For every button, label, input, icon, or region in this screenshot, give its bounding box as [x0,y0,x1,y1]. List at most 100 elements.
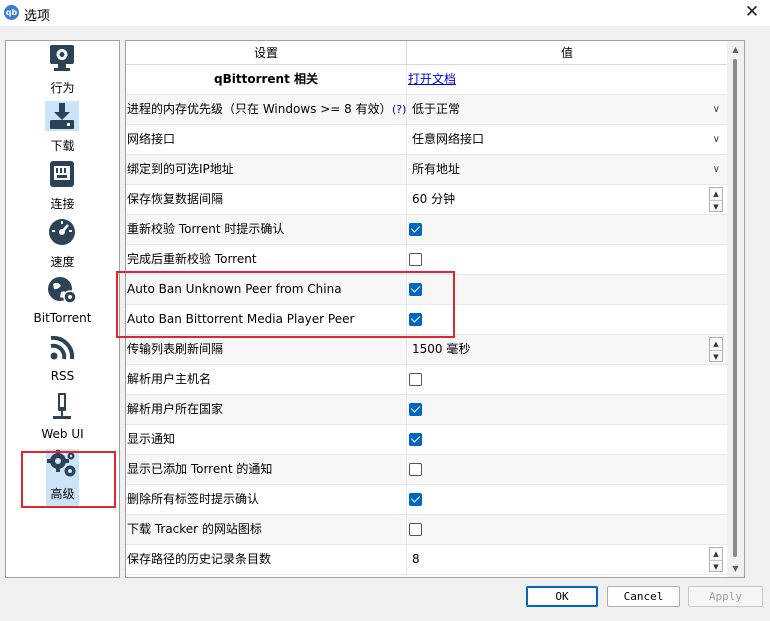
sidebar-item-label: 下载 [50,139,75,153]
vertical-scrollbar[interactable]: ▲ ▼ [727,41,744,577]
value-cell: 8 ▲ ▼ [408,545,727,575]
setting-label: 解析用户所在国家 [126,395,407,425]
spin-buttons[interactable]: ▲ ▼ [709,337,723,362]
spin-buttons[interactable]: ▲ ▼ [709,187,723,212]
column-header-setting[interactable]: 设置 [126,41,407,65]
table-row: 保存路径的历史记录条目数 8 ▲ ▼ [126,545,727,575]
resolve-country-checkbox[interactable] [409,403,422,416]
recheck-confirm-checkbox[interactable] [409,223,422,236]
sidebar-item-bittorrent[interactable]: BitTorrent [6,273,119,331]
setting-label: 删除所有标签时提示确认 [126,485,407,515]
spin-down-icon[interactable]: ▼ [710,350,722,362]
setting-label: 下载 Tracker 的网站图标 [126,515,407,545]
value-cell: 1500 毫秒 ▲ ▼ [408,335,727,365]
section-title: qBittorrent 相关 [126,65,407,95]
network-port-icon [50,161,74,187]
scroll-up-icon[interactable]: ▲ [727,41,744,58]
chevron-down-icon: ∨ [712,104,720,115]
table-row: 显示已添加 Torrent 的通知 [126,455,727,485]
value-cell: 60 分钟 ▲ ▼ [408,185,727,215]
setting-label: 进程的内存优先级（只在 Windows >= 8 有效） [126,95,407,125]
chevron-down-icon: ∨ [712,164,720,175]
spin-up-icon[interactable]: ▲ [710,338,722,350]
refresh-interval-spinbox[interactable]: 1500 毫秒 ▲ ▼ [408,335,727,364]
table-row: 进程的内存优先级（只在 Windows >= 8 有效） (?) 低于正常 ∨ [126,95,727,125]
sidebar-item-label: Web UI [41,427,84,441]
sidebar-item-connection[interactable]: 连接 [6,157,119,215]
setting-label: 解析用户主机名 [126,365,407,395]
value-cell [408,245,727,275]
table-row: 删除所有标签时提示确认 [126,485,727,515]
value-cell [408,365,727,395]
qbittorrent-app-icon: qb [4,5,19,20]
resume-interval-spinbox[interactable]: 60 分钟 ▲ ▼ [408,185,727,214]
spin-up-icon[interactable]: ▲ [710,188,722,200]
sidebar-item-behavior[interactable]: 行为 [6,41,119,99]
ok-button[interactable]: OK [526,586,598,607]
bind-ip-combo[interactable]: 所有地址 ∨ [408,155,727,184]
value-cell [408,305,727,335]
table-row: 重新校验 Torrent 时提示确认 [126,215,727,245]
open-docs-link[interactable]: 打开文档 [408,65,456,94]
sidebar-item-label: 行为 [50,81,75,95]
torrent-added-notification-checkbox[interactable] [409,463,422,476]
download-icon [50,103,74,129]
resolve-hostname-checkbox[interactable] [409,373,422,386]
table-row: 传输列表刷新间隔 1500 毫秒 ▲ ▼ [126,335,727,365]
sidebar-item-downloads[interactable]: 下载 [6,99,119,157]
save-path-history-spinbox[interactable]: 8 ▲ ▼ [408,545,727,574]
speedometer-icon [49,219,75,245]
network-interface-combo[interactable]: 任意网络接口 ∨ [408,125,727,154]
memory-priority-combo[interactable]: 低于正常 ∨ [408,95,727,124]
table-row: 网络接口 任意网络接口 ∨ [126,125,727,155]
value-cell: 打开文档 [408,65,727,95]
close-button[interactable]: ✕ [742,2,762,22]
value-cell: 低于正常 ∨ [408,95,727,125]
value-cell [408,215,727,245]
chevron-down-icon: ∨ [712,134,720,145]
table-row: 保存恢复数据间隔 60 分钟 ▲ ▼ [126,185,727,215]
value-cell [408,515,727,545]
table-row: 解析用户主机名 [126,365,727,395]
value-cell: 所有地址 ∨ [408,155,727,185]
title-bar: qb 选项 ✕ [0,0,770,26]
sidebar-item-rss[interactable]: RSS [6,331,119,389]
sidebar-item-label: BitTorrent [33,311,92,325]
column-header-value[interactable]: 值 [407,41,727,65]
help-link[interactable]: (?) [392,95,406,124]
spin-down-icon[interactable]: ▼ [710,560,722,572]
setting-label: 传输列表刷新间隔 [126,335,407,365]
setting-label: 绑定到的可选IP地址 [126,155,407,185]
tracker-favicon-checkbox[interactable] [409,523,422,536]
sidebar-item-label: 速度 [50,255,75,269]
confirm-remove-tags-checkbox[interactable] [409,493,422,506]
options-dialog: qb 选项 ✕ 行为 下载 连接 速度 BitTorrent RSS Web U… [0,0,770,621]
bittorrent-globe-icon [48,277,77,304]
apply-button[interactable]: Apply [688,586,763,607]
table-row: 下载 Tracker 的网站图标 [126,515,727,545]
sidebar-item-label: RSS [50,369,75,383]
highlight-box-advanced [21,451,116,508]
value-cell [408,395,727,425]
setting-label: 显示已添加 Torrent 的通知 [126,455,407,485]
cancel-button[interactable]: Cancel [607,586,680,607]
table-row: 绑定到的可选IP地址 所有地址 ∨ [126,155,727,185]
gear-monitor-icon [50,45,74,71]
scrollbar-thumb[interactable] [733,59,737,557]
sidebar-item-speed[interactable]: 速度 [6,215,119,273]
spin-up-icon[interactable]: ▲ [710,548,722,560]
value-cell [408,485,727,515]
spin-buttons[interactable]: ▲ ▼ [709,547,723,572]
highlight-box-auto-ban [116,271,455,338]
value-cell [408,455,727,485]
recheck-on-complete-checkbox[interactable] [409,253,422,266]
table-header: 设置 值 [126,41,744,65]
value-cell [408,275,727,305]
sidebar-item-web-ui[interactable]: Web UI [6,389,119,447]
setting-label: 显示通知 [126,425,407,455]
setting-label: 重新校验 Torrent 时提示确认 [126,215,407,245]
spin-down-icon[interactable]: ▼ [710,200,722,212]
section-row: qBittorrent 相关 打开文档 [126,65,727,95]
scroll-down-icon[interactable]: ▼ [727,560,744,577]
show-notifications-checkbox[interactable] [409,433,422,446]
